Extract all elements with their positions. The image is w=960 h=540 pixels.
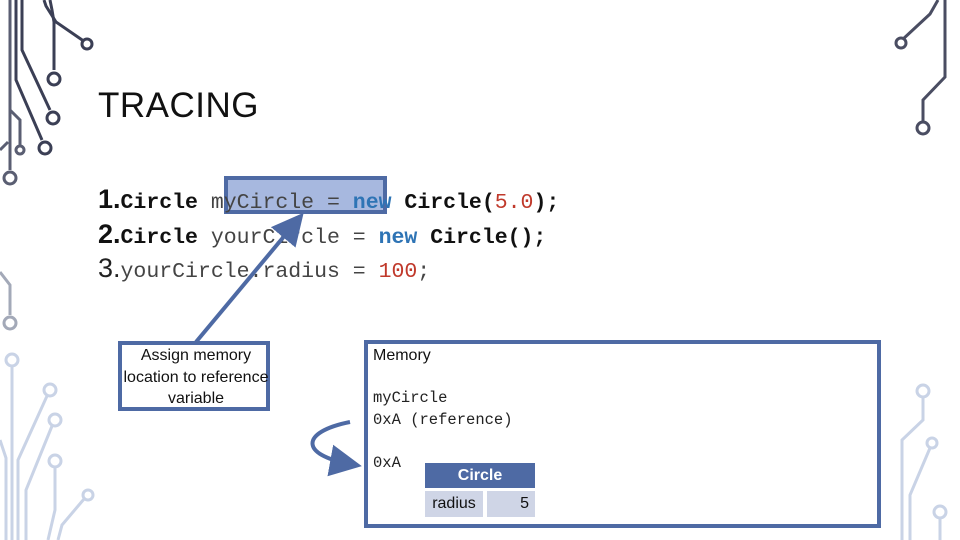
code-token: yourCircle.radius =	[120, 260, 379, 284]
field-value: 5	[487, 491, 535, 517]
code-token: myCircle =	[210, 191, 353, 215]
code-token: new	[378, 225, 418, 250]
variable-name: myCircle	[373, 389, 448, 407]
object-class-header: Circle	[425, 463, 535, 488]
slide-title: TRACING	[98, 86, 259, 125]
code-block: 1.Circle myCircle = new Circle(5.0); 2.Ci…	[98, 182, 559, 286]
circuit-traces-top-left	[14, 0, 94, 156]
line-number: 3.	[98, 253, 121, 283]
code-token: 100	[378, 260, 418, 284]
code-token: );	[533, 191, 560, 215]
code-token: Circle	[120, 191, 211, 215]
code-line: 3.yourCircle.radius = 100;	[98, 251, 559, 286]
object-address: 0xA	[373, 454, 401, 472]
code-token: new	[352, 191, 392, 215]
code-token: Circle();	[417, 225, 547, 250]
callout-text: Assign memory location to reference vari…	[123, 347, 269, 407]
code-token: Circle	[120, 225, 211, 250]
code-token: 5.0	[494, 191, 534, 215]
code-line: 1.Circle myCircle = new Circle(5.0);	[98, 182, 559, 217]
code-token: yourCircle =	[210, 225, 379, 250]
line-number: 1.	[98, 184, 121, 214]
line-number: 2.	[98, 218, 121, 249]
code-token: Circle(	[391, 191, 495, 215]
reference-arrow	[310, 420, 362, 477]
code-token: ;	[417, 260, 431, 284]
field-name: radius	[425, 491, 483, 517]
code-line: 2.Circle yourCircle = new Circle();	[98, 217, 559, 252]
memory-label: Memory	[373, 347, 431, 364]
variable-value: 0xA (reference)	[373, 411, 513, 429]
